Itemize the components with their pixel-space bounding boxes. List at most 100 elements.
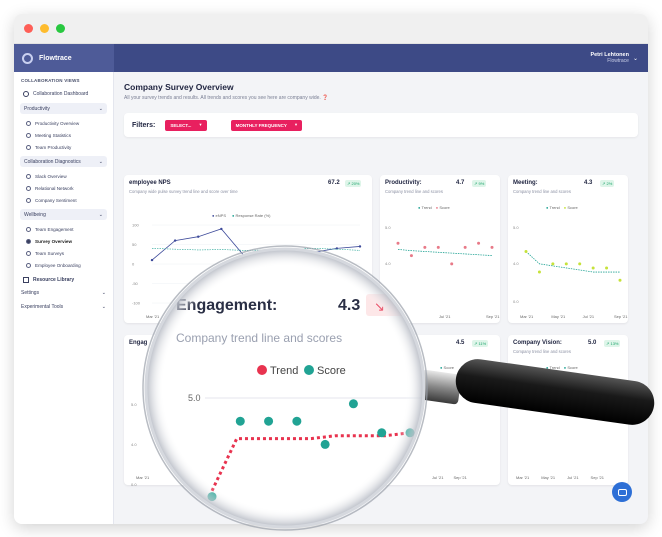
- minimize-window-button[interactable]: [40, 24, 49, 33]
- filters-bar: Filters: SELECT... ▾ MONTHLY FREQUENCY ▾: [124, 113, 638, 137]
- engagement-card: Engag 5.0 4.0 0.0 Mar '21: [124, 335, 244, 487]
- user-plus-icon: [26, 262, 31, 268]
- maximize-window-button[interactable]: [56, 24, 65, 33]
- mid-card-badge-value: 11%: [478, 341, 487, 346]
- sidebar-item-relational-network[interactable]: Relational Network: [14, 182, 113, 194]
- y-tick-label: 4.0: [513, 261, 519, 266]
- score-point: [618, 278, 622, 282]
- brand-name: Flowtrace: [39, 54, 72, 62]
- mid-x-labels: Jul '21 Sep '21: [432, 475, 467, 480]
- sidebar-item-employee-onboarding[interactable]: Employee Onboarding: [14, 259, 113, 271]
- help-icon[interactable]: ❓: [322, 95, 328, 101]
- filters-label: Filters:: [132, 121, 156, 129]
- enps-point: [358, 245, 362, 248]
- calendar-icon: [26, 132, 31, 138]
- score-point: [490, 245, 494, 249]
- brand[interactable]: Flowtrace: [14, 44, 114, 72]
- sidebar-group-collaboration-diagnostics[interactable]: Collaboration Diagnostics ⌄: [20, 156, 107, 167]
- sidebar-item-survey-overview[interactable]: Survey Overview: [14, 235, 113, 247]
- sidebar-item-label: Meeting Statistics: [35, 132, 71, 138]
- engagement-x-label: Mar '21: [136, 475, 150, 480]
- meeting-chart: 5.0 4.0 0.0 Mar '21 May '21 Jul '21 Sep '21: [513, 225, 628, 319]
- y-tick-label: 0.0: [385, 299, 391, 304]
- score-point: [524, 249, 528, 253]
- select-filter-dropdown[interactable]: SELECT... ▾: [165, 119, 207, 131]
- close-window-button[interactable]: [24, 24, 33, 33]
- sentiment-icon: [26, 197, 31, 203]
- sidebar-item-label: Resource Library: [33, 277, 75, 283]
- engagement-icon: [26, 226, 31, 232]
- legend-trend: ● Trend: [546, 365, 560, 370]
- sidebar-item-resource-library[interactable]: Resource Library: [14, 274, 113, 286]
- vision-legend: ● Trend ● Score: [546, 365, 578, 370]
- chevron-down-icon: ⌄: [632, 55, 638, 62]
- sidebar-item-slack-overview[interactable]: Slack Overview: [14, 170, 113, 182]
- chevron-down-icon: ⌄: [101, 290, 106, 296]
- mid-card-score: 4.5: [456, 340, 465, 346]
- sidebar-group-label: Wellbeing: [24, 211, 46, 218]
- sidebar-group-productivity[interactable]: Productivity ⌄: [20, 103, 107, 114]
- user-company: Flowtrace: [607, 58, 629, 64]
- sidebar-item-label: Company Sentiment: [35, 197, 77, 203]
- legend-trend-label: Trend: [549, 365, 560, 370]
- score-point: [477, 241, 481, 245]
- chart-icon: [26, 120, 31, 126]
- score-point: [409, 254, 413, 258]
- sidebar-item-productivity-overview[interactable]: Productivity Overview: [14, 117, 113, 129]
- mid-card-badge: ↗ 11%: [472, 340, 489, 347]
- sidebar-item-meeting-statistics[interactable]: Meeting Statistics: [14, 129, 113, 141]
- sidebar-item-dashboard[interactable]: Collaboration Dashboard: [14, 88, 113, 100]
- sidebar-item-team-engagement[interactable]: Team Engagement: [14, 223, 113, 235]
- legend-score-label: Score: [567, 365, 578, 370]
- user-menu[interactable]: Petri Lehtonen Flowtrace ⌄: [590, 52, 638, 64]
- x-tick-label: Jul '21: [583, 314, 595, 319]
- sidebar-item-company-sentiment[interactable]: Company Sentiment: [14, 194, 113, 206]
- team-icon: [26, 144, 31, 150]
- enps-point: [266, 253, 269, 256]
- sidebar-item-label: Survey Overview: [35, 238, 73, 244]
- sidebar-item-experimental-tools[interactable]: Experimental Tools ⌄: [14, 300, 113, 314]
- score-point: [578, 262, 582, 266]
- vision-badge: ↗ 13%: [604, 340, 621, 347]
- productivity-card: Productivity: Company trend line and sco…: [380, 175, 500, 323]
- y-tick-label: -100: [132, 301, 141, 306]
- score-point: [396, 241, 400, 245]
- y-tick-label: 100: [132, 223, 139, 228]
- chat-support-button[interactable]: [612, 482, 632, 502]
- score-point: [605, 266, 609, 270]
- score-point: [423, 245, 427, 249]
- browser-window: Flowtrace Petri Lehtonen Flowtrace ⌄ COL…: [14, 14, 648, 524]
- meeting-card: Meeting: Company trend line and scores 4…: [508, 175, 628, 323]
- sidebar-item-label: Team Surveys: [35, 250, 65, 256]
- enps-point: [220, 227, 223, 231]
- x-tick-label: Sep '21: [486, 314, 500, 319]
- sidebar-item-team-surveys[interactable]: Team Surveys: [14, 247, 113, 259]
- x-tick-label: Mar '21: [146, 314, 160, 319]
- select-filter-label: SELECT...: [170, 122, 192, 128]
- score-point: [564, 262, 568, 266]
- sidebar-item-team-productivity[interactable]: Team Productivity: [14, 141, 113, 153]
- chevron-down-icon: ⌄: [98, 211, 103, 218]
- enps-point: [312, 251, 315, 254]
- enps-point: [173, 239, 177, 242]
- enps-point: [150, 258, 154, 262]
- x-tick-label: May '21: [551, 314, 566, 319]
- top-navbar: Flowtrace Petri Lehtonen Flowtrace ⌄: [14, 44, 648, 72]
- sidebar-heading: COLLABORATION VIEWS: [21, 78, 80, 83]
- enps-chart: 100 50 0 -50 -100 Mar '21: [132, 223, 362, 319]
- mid-survey-card: 4.5 ↗ 11% ● Score Jul '21 Sep '21: [380, 335, 500, 485]
- sidebar-item-label: Productivity Overview: [35, 120, 80, 126]
- chat-icon: [617, 488, 627, 496]
- sidebar-group-wellbeing[interactable]: Wellbeing ⌄: [20, 209, 107, 220]
- score-point: [436, 245, 440, 249]
- y-tick-label: 0: [132, 262, 135, 267]
- vision-badge-value: 13%: [610, 341, 619, 346]
- sidebar-item-label: Team Engagement: [35, 226, 74, 232]
- legend-score: ● Score: [563, 365, 578, 370]
- sidebar-group-label: Productivity: [24, 105, 50, 112]
- sidebar-item-settings[interactable]: Settings ⌄: [14, 286, 113, 300]
- y-tick-label: -50: [132, 281, 139, 286]
- y-tick-label: 4.0: [385, 261, 391, 266]
- main-content: Company Survey Overview All your survey …: [114, 72, 648, 524]
- frequency-filter-dropdown[interactable]: MONTHLY FREQUENCY ▾: [230, 119, 303, 131]
